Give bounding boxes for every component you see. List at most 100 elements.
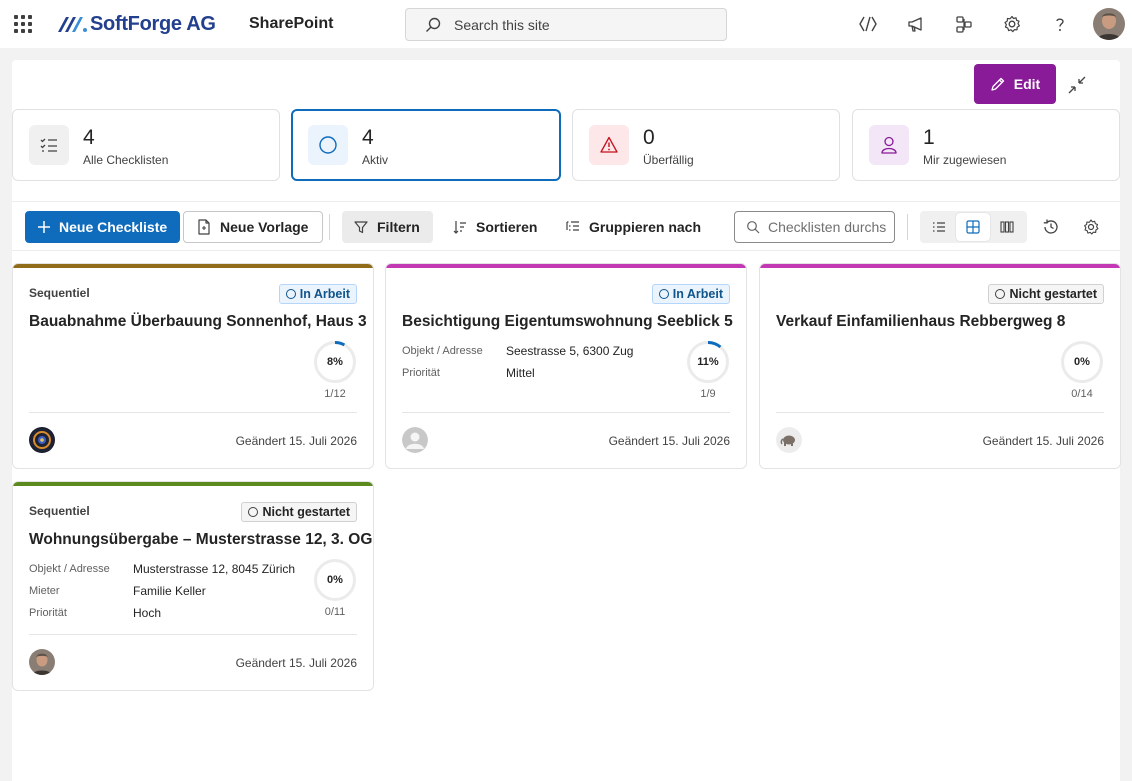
checklist-card[interactable]: Sequentiel Nicht gestartet Wohnungsüberg… <box>12 481 374 691</box>
board-view-icon <box>1000 221 1014 233</box>
group-by-button[interactable]: Gruppieren nach <box>555 211 711 243</box>
status-badge: In Arbeit <box>278 284 357 304</box>
card-divider <box>776 412 1104 413</box>
checklist-title[interactable]: Bauabnahme Überbauung Sonnenhof, Haus 3 <box>29 313 367 331</box>
checklist-search-placeholder: Checklisten durchs <box>768 219 887 235</box>
stat-overdue[interactable]: 0 Überfällig <box>572 109 840 181</box>
progress-count: 0/14 <box>1071 388 1093 400</box>
field-value: Mittel <box>506 366 535 380</box>
edit-page-button[interactable]: Edit <box>974 64 1056 104</box>
modified-date: Geändert 15. Juli 2026 <box>608 434 730 448</box>
new-checklist-label: Neue Checkliste <box>59 219 168 235</box>
collapse-icon[interactable] <box>1066 74 1088 96</box>
progress-percent: 0% <box>1074 356 1090 368</box>
stat-active[interactable]: 4 Aktiv <box>291 109 561 181</box>
owner-avatar[interactable] <box>29 427 55 453</box>
filter-icon <box>354 221 368 234</box>
card-divider <box>29 634 357 635</box>
field-value: Musterstrasse 12, 8045 Zürich <box>133 562 296 576</box>
checklist-title[interactable]: Besichtigung Eigentumswohnung Seeblick 5 <box>402 313 733 331</box>
checklist-type: Sequentiel <box>29 504 90 518</box>
site-search-box[interactable]: Search this site <box>405 8 727 41</box>
pencil-icon <box>991 77 1004 91</box>
progress-percent: 0% <box>327 574 343 586</box>
field-row: Objekt / Adresse Seestrasse 5, 6300 Zug <box>402 340 633 362</box>
sort-icon <box>453 221 466 234</box>
status-circle-icon <box>658 289 669 299</box>
status-label: In Arbeit <box>299 287 350 301</box>
status-badge: Nicht gestartet <box>241 502 357 522</box>
brand-name: SoftForge AG <box>90 12 216 35</box>
person-icon <box>869 125 909 165</box>
card-color-stripe <box>13 482 373 486</box>
status-label: Nicht gestartet <box>262 505 350 519</box>
field-row: Priorität Hoch <box>29 602 295 624</box>
view-switcher <box>920 211 1027 243</box>
stat-value: 1 <box>923 126 935 149</box>
history-icon[interactable] <box>1042 218 1060 236</box>
status-label: Nicht gestartet <box>1009 287 1097 301</box>
brand-logo[interactable]: SoftForge AG <box>56 12 216 36</box>
modified-date: Geändert 15. Juli 2026 <box>235 434 357 448</box>
app-launcher-icon[interactable] <box>13 14 33 34</box>
field-label: Priorität <box>402 367 440 379</box>
share-network-icon[interactable] <box>953 13 975 35</box>
card-divider <box>29 412 357 413</box>
board-view-button[interactable] <box>991 213 1024 241</box>
group-by-label: Gruppieren nach <box>589 219 702 235</box>
status-circle-icon <box>285 289 296 299</box>
grid-view-icon <box>966 220 980 234</box>
code-icon[interactable] <box>857 13 879 35</box>
new-template-button[interactable]: Neue Vorlage <box>183 211 324 243</box>
sort-button[interactable]: Sortieren <box>442 211 547 243</box>
card-fields: Objekt / Adresse Musterstrasse 12, 8045 … <box>29 558 295 624</box>
card-color-stripe <box>386 264 746 268</box>
list-view-icon <box>932 222 945 232</box>
status-label: In Arbeit <box>672 287 723 301</box>
user-avatar[interactable] <box>1093 8 1125 40</box>
checklist-title[interactable]: Verkauf Einfamilienhaus Rebbergweg 8 <box>776 313 1065 331</box>
edit-label: Edit <box>1013 76 1041 92</box>
stat-value: 4 <box>83 126 95 149</box>
checklist-search-input[interactable]: Checklisten durchs <box>734 211 895 243</box>
settings-gear-icon[interactable] <box>1001 13 1023 35</box>
checklist-title[interactable]: Wohnungsübergabe – Musterstrasse 12, 3. … <box>29 531 372 549</box>
checklist-card[interactable]: Sequentiel In Arbeit Bauabnahme Überbauu… <box>12 263 374 469</box>
warning-icon <box>589 125 629 165</box>
status-circle-icon <box>995 289 1006 299</box>
checklist-icon <box>29 125 69 165</box>
toolbar-divider <box>907 214 908 240</box>
help-icon[interactable] <box>1049 13 1071 35</box>
field-value: Familie Keller <box>133 584 206 598</box>
megaphone-icon[interactable] <box>905 13 927 35</box>
owner-avatar[interactable] <box>776 427 802 453</box>
stat-all-checklists[interactable]: 4 Alle Checklisten <box>12 109 280 181</box>
progress-count: 0/11 <box>324 606 346 618</box>
checklist-card[interactable]: Nicht gestartet Verkauf Einfamilienhaus … <box>759 263 1121 469</box>
toolbar-divider <box>329 214 330 240</box>
field-label: Priorität <box>29 607 67 619</box>
owner-avatar[interactable] <box>402 427 428 453</box>
field-row: Priorität Mittel <box>402 362 633 384</box>
status-badge: Nicht gestartet <box>988 284 1104 304</box>
checklist-card[interactable]: In Arbeit Besichtigung Eigentumswohnung … <box>385 263 747 469</box>
owner-avatar[interactable] <box>29 649 55 675</box>
stat-label: Mir zugewiesen <box>923 153 1007 167</box>
app-name[interactable]: SharePoint <box>249 15 333 33</box>
stat-assigned-to-me[interactable]: 1 Mir zugewiesen <box>852 109 1120 181</box>
progress-count: 1/12 <box>324 388 346 400</box>
new-template-label: Neue Vorlage <box>220 219 309 235</box>
grid-view-button[interactable] <box>956 213 990 241</box>
filter-button[interactable]: Filtern <box>342 211 433 243</box>
list-view-button[interactable] <box>922 213 955 241</box>
checklist-toolbar: Neue Checkliste Neue Vorlage Filtern Sor… <box>12 201 1120 251</box>
field-label: Mieter <box>29 585 60 597</box>
field-value: Hoch <box>133 606 162 620</box>
plus-icon <box>38 221 50 233</box>
card-divider <box>402 412 730 413</box>
progress-percent: 11% <box>697 356 719 368</box>
new-checklist-button[interactable]: Neue Checkliste <box>25 211 181 243</box>
settings-gear-icon[interactable] <box>1082 218 1100 236</box>
progress-count: 1/9 <box>700 388 716 400</box>
sort-label: Sortieren <box>476 219 538 235</box>
